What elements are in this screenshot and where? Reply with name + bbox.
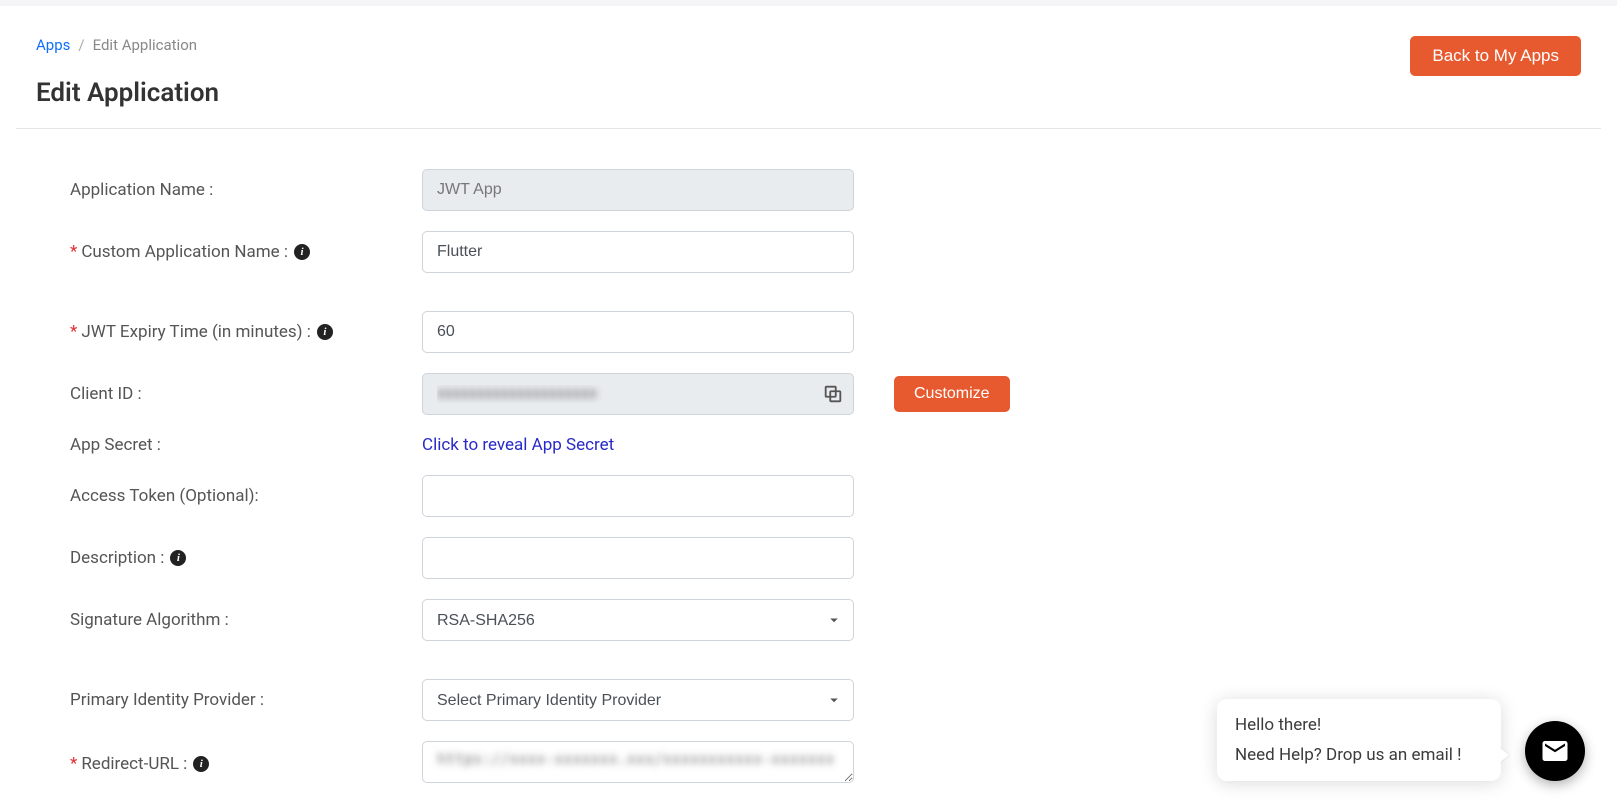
chat-tooltip: Hello there! Need Help? Drop us an email… bbox=[1217, 699, 1501, 781]
breadcrumb-separator: / bbox=[78, 36, 84, 54]
signature-algorithm-select[interactable]: RSA-SHA256 bbox=[422, 599, 854, 641]
copy-icon[interactable] bbox=[822, 383, 844, 405]
required-marker: * bbox=[70, 322, 77, 342]
chat-tooltip-line1: Hello there! bbox=[1235, 715, 1483, 735]
required-marker: * bbox=[70, 242, 77, 262]
access-token-input[interactable] bbox=[422, 475, 854, 517]
breadcrumb: Apps / Edit Application bbox=[36, 36, 219, 54]
info-icon[interactable]: i bbox=[294, 244, 310, 260]
page-title: Edit Application bbox=[36, 78, 219, 108]
reveal-app-secret-link[interactable]: Click to reveal App Secret bbox=[422, 435, 614, 455]
custom-app-name-input[interactable] bbox=[422, 231, 854, 273]
custom-app-name-label: * Custom Application Name : i bbox=[70, 242, 422, 262]
back-to-apps-button[interactable]: Back to My Apps bbox=[1410, 36, 1581, 76]
chat-fab-button[interactable] bbox=[1525, 721, 1585, 781]
primary-idp-label: Primary Identity Provider : bbox=[70, 690, 422, 710]
redirect-url-input[interactable]: https://xxxx-xxxxxxx.xxx/xxxxxxxxxxx-xxx… bbox=[422, 741, 854, 783]
breadcrumb-apps-link[interactable]: Apps bbox=[36, 36, 70, 54]
signature-algorithm-label: Signature Algorithm : bbox=[70, 610, 422, 630]
section-divider bbox=[16, 128, 1601, 129]
info-icon[interactable]: i bbox=[317, 324, 333, 340]
required-marker: * bbox=[70, 754, 77, 774]
access-token-label: Access Token (Optional): bbox=[70, 486, 422, 506]
jwt-expiry-input[interactable] bbox=[422, 311, 854, 353]
jwt-expiry-label: * JWT Expiry Time (in minutes) : i bbox=[70, 322, 422, 342]
mail-icon bbox=[1540, 736, 1570, 766]
application-name-label: Application Name : bbox=[70, 180, 422, 200]
info-icon[interactable]: i bbox=[193, 756, 209, 772]
description-label: Description : i bbox=[70, 548, 422, 568]
client-id-input bbox=[422, 373, 854, 415]
redirect-url-label: * Redirect-URL : i bbox=[70, 754, 422, 774]
description-input[interactable] bbox=[422, 537, 854, 579]
application-name-input bbox=[422, 169, 854, 211]
breadcrumb-current: Edit Application bbox=[93, 36, 197, 54]
customize-button[interactable]: Customize bbox=[894, 376, 1010, 412]
app-secret-label: App Secret : bbox=[70, 435, 422, 455]
chat-tooltip-line2: Need Help? Drop us an email ! bbox=[1235, 745, 1483, 765]
client-id-label: Client ID : bbox=[70, 384, 422, 404]
primary-idp-select[interactable]: Select Primary Identity Provider bbox=[422, 679, 854, 721]
info-icon[interactable]: i bbox=[170, 550, 186, 566]
